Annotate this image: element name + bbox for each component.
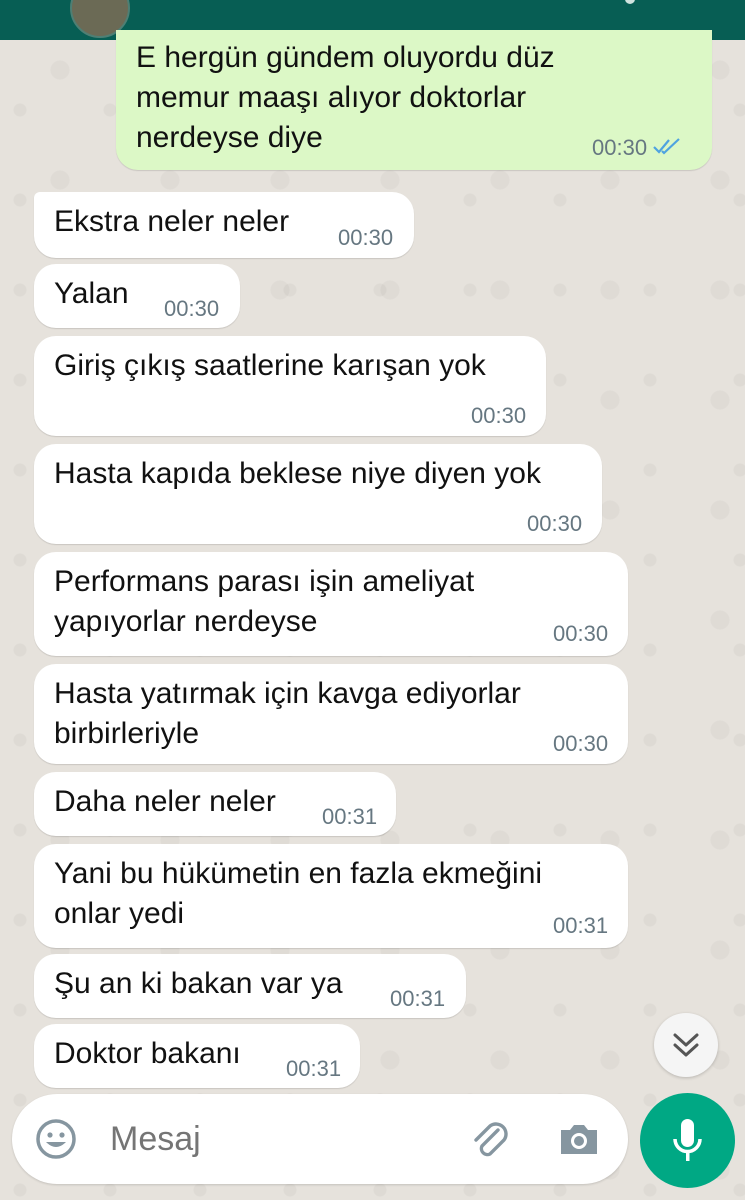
message-bubble-incoming[interactable]: Doktor bakanı 00:31	[34, 1024, 360, 1088]
message-bubble-incoming[interactable]: Hasta yatırmak için kavga ediyorlar birb…	[34, 664, 628, 764]
paperclip-icon[interactable]	[464, 1114, 514, 1164]
microphone-icon	[673, 1119, 702, 1161]
message-composer	[12, 1094, 628, 1184]
double-chevron-down-icon	[673, 1033, 699, 1057]
message-time: 00:31	[322, 804, 378, 829]
message-text: Doktor bakanı	[54, 1037, 241, 1070]
header-icon[interactable]	[625, 0, 635, 4]
message-time: 00:31	[286, 1056, 342, 1081]
scroll-to-bottom-button[interactable]	[654, 1013, 718, 1077]
message-time: 00:30	[592, 135, 648, 160]
message-time: 00:31	[553, 913, 609, 938]
message-bubble-outgoing[interactable]: E hergün gündem oluyordu düz memur maaşı…	[116, 30, 712, 170]
message-bubble-incoming[interactable]: Performans parası işin ameliyat yapıyorl…	[34, 552, 628, 656]
message-time: 00:30	[527, 511, 583, 536]
message-text: Performans parası işin ameliyat yapıyorl…	[54, 565, 475, 638]
message-time: 00:30	[553, 731, 609, 756]
message-bubble-incoming[interactable]: Hasta kapıda beklese niye diyen yok 00:3…	[34, 444, 602, 544]
message-bubble-incoming[interactable]: Yani bu hükümetin en fazla ekmeğini onla…	[34, 844, 628, 948]
message-text: Giriş çıkış saatlerine karışan yok	[54, 349, 486, 382]
message-text: E hergün gündem oluyordu düz memur maaşı…	[136, 41, 555, 154]
voice-message-button[interactable]	[640, 1093, 735, 1188]
message-time: 00:30	[553, 621, 609, 646]
message-text: Şu an ki bakan var ya	[54, 967, 343, 1000]
message-time: 00:30	[164, 296, 220, 321]
emoji-icon[interactable]	[32, 1115, 80, 1163]
message-text: Yalan	[54, 277, 129, 310]
read-ticks-icon	[653, 138, 680, 155]
message-bubble-incoming[interactable]: Yalan 00:30	[34, 264, 240, 328]
message-text: Yani bu hükümetin en fazla ekmeğini onla…	[54, 857, 543, 930]
message-text: Hasta yatırmak için kavga ediyorlar birb…	[54, 677, 521, 750]
camera-icon[interactable]	[554, 1114, 604, 1164]
message-bubble-incoming[interactable]: Şu an ki bakan var ya 00:31	[34, 954, 466, 1018]
message-bubble-incoming[interactable]: Ekstra neler neler 00:30	[34, 192, 414, 258]
message-time: 00:31	[390, 986, 446, 1011]
message-text: Ekstra neler neler	[54, 205, 290, 238]
message-text: Daha neler neler	[54, 785, 276, 818]
message-time: 00:30	[338, 225, 394, 250]
message-bubble-incoming[interactable]: Daha neler neler 00:31	[34, 772, 396, 836]
message-text: Hasta kapıda beklese niye diyen yok	[54, 457, 541, 490]
message-time: 00:30	[471, 403, 527, 428]
message-bubble-incoming[interactable]: Giriş çıkış saatlerine karışan yok 00:30	[34, 336, 546, 436]
message-input[interactable]	[110, 1118, 450, 1160]
